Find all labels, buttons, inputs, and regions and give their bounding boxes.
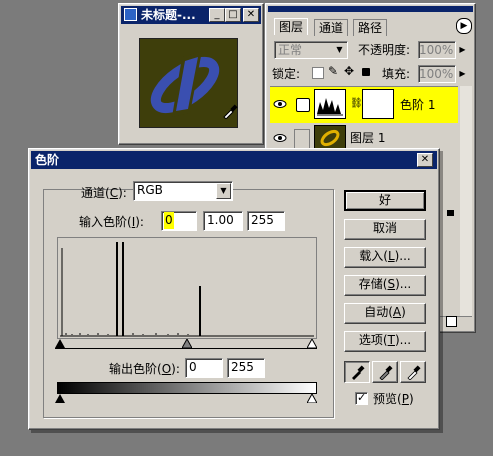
layer-link-slot[interactable]	[294, 129, 310, 149]
maximize-button[interactable]: □	[225, 8, 241, 22]
input-white-field[interactable]: 255	[247, 211, 285, 231]
layer-name: 图层 1	[350, 131, 386, 145]
blend-mode-select[interactable]: 正常 ▼	[274, 41, 348, 59]
tab-paths[interactable]: 路径	[353, 19, 388, 36]
preview-label[interactable]: 预览(P)	[373, 392, 414, 406]
input-slider-track	[55, 348, 317, 349]
load-button[interactable]: 载入(L)...	[344, 247, 426, 268]
input-white-point-handle[interactable]	[307, 339, 317, 348]
fill-field[interactable]: 100%	[418, 65, 456, 83]
close-button[interactable]: ✕	[243, 8, 259, 22]
lock-move-icon[interactable]: ✥	[344, 64, 354, 78]
dialog-title: 色阶	[35, 153, 60, 167]
checkmark-icon: ✓	[357, 391, 367, 404]
options-button[interactable]: 选项(T)...	[344, 331, 426, 352]
panel-menu-button[interactable]: ▶	[456, 18, 472, 34]
white-eyedropper-icon	[407, 365, 421, 381]
output-black-handle[interactable]	[55, 394, 65, 403]
gray-eyedropper-icon	[379, 365, 393, 381]
lock-all-icon[interactable]	[362, 68, 370, 76]
eye-icon[interactable]	[273, 133, 287, 143]
output-levels-label: 输出色阶(O):	[109, 362, 180, 376]
minimize-button[interactable]: _	[209, 8, 225, 22]
output-slider[interactable]	[55, 394, 317, 404]
output-gradient-bar	[57, 382, 317, 394]
preview-checkbox[interactable]: ✓	[355, 391, 368, 405]
levels-titlebar[interactable]: 色阶 ✕	[31, 151, 437, 169]
cancel-button[interactable]: 取消	[344, 219, 426, 240]
fill-label: 填充:	[382, 67, 411, 81]
tab-channels[interactable]: 通道	[314, 19, 349, 36]
chevron-down-icon[interactable]: ▼	[216, 183, 231, 199]
input-gamma-handle[interactable]	[182, 339, 192, 348]
ok-button[interactable]: 好	[344, 190, 426, 211]
document-title: 未标题-...	[141, 8, 196, 22]
levels-adjustment-thumbnail	[314, 89, 346, 119]
close-button[interactable]: ✕	[417, 153, 433, 167]
lock-indicator-icon	[447, 210, 454, 216]
input-slider[interactable]	[55, 339, 317, 351]
opacity-slider-arrow-icon[interactable]: ▶	[457, 41, 468, 59]
lock-label: 锁定:	[272, 67, 301, 81]
opacity-field[interactable]: 100%	[418, 41, 456, 59]
levels-dialog: 色阶 ✕ 通道(C): RGB ▼ 输入色阶(I): 0 1.00 255 输出…	[28, 148, 440, 430]
white-eyedropper-button[interactable]	[400, 361, 426, 383]
input-black-point-handle[interactable]	[55, 339, 65, 348]
output-white-handle[interactable]	[307, 394, 317, 403]
channel-label: 通道(C):	[81, 186, 127, 200]
gray-eyedropper-button[interactable]	[372, 361, 398, 383]
channel-select[interactable]: RGB ▼	[133, 181, 233, 201]
histogram	[57, 237, 317, 339]
lock-transparency-icon[interactable]	[312, 67, 324, 79]
black-eyedropper-icon	[352, 365, 365, 380]
document-titlebar[interactable]: 未标题-... _ □ ✕	[121, 6, 261, 24]
trash-icon[interactable]	[446, 316, 457, 327]
document-window: 未标题-... _ □ ✕	[118, 3, 264, 145]
output-black-field[interactable]: 0	[185, 358, 223, 378]
output-white-field[interactable]: 255	[227, 358, 265, 378]
input-levels-label: 输入色阶(I):	[79, 215, 144, 229]
opacity-label: 不透明度:	[358, 43, 411, 57]
eyedropper-cursor-icon	[223, 104, 238, 119]
input-black-field[interactable]: 0	[161, 211, 197, 231]
layer-name: 色阶 1	[400, 98, 436, 112]
link-chain-icon[interactable]: ⛓	[350, 98, 363, 109]
auto-button[interactable]: 自动(A)	[344, 303, 426, 324]
layers-panel-header	[268, 6, 473, 12]
input-gamma-field[interactable]: 1.00	[203, 211, 243, 231]
black-eyedropper-button[interactable]	[344, 361, 370, 383]
fill-slider-arrow-icon[interactable]: ▶	[457, 65, 468, 83]
layer-mask-thumbnail	[362, 89, 394, 119]
eye-icon[interactable]	[273, 99, 287, 109]
lock-paint-icon[interactable]: ✎	[328, 64, 338, 78]
panel-scrollbar[interactable]	[460, 86, 472, 316]
layer-row-levels[interactable]: ⛓ 色阶 1	[270, 86, 458, 124]
save-button[interactable]: 存储(S)...	[344, 275, 426, 296]
layer-mask-toggle-icon[interactable]	[296, 98, 310, 112]
photoshop-doc-icon	[124, 8, 137, 21]
chevron-down-icon: ▼	[336, 45, 343, 54]
tab-layers[interactable]: 图层	[274, 18, 309, 35]
